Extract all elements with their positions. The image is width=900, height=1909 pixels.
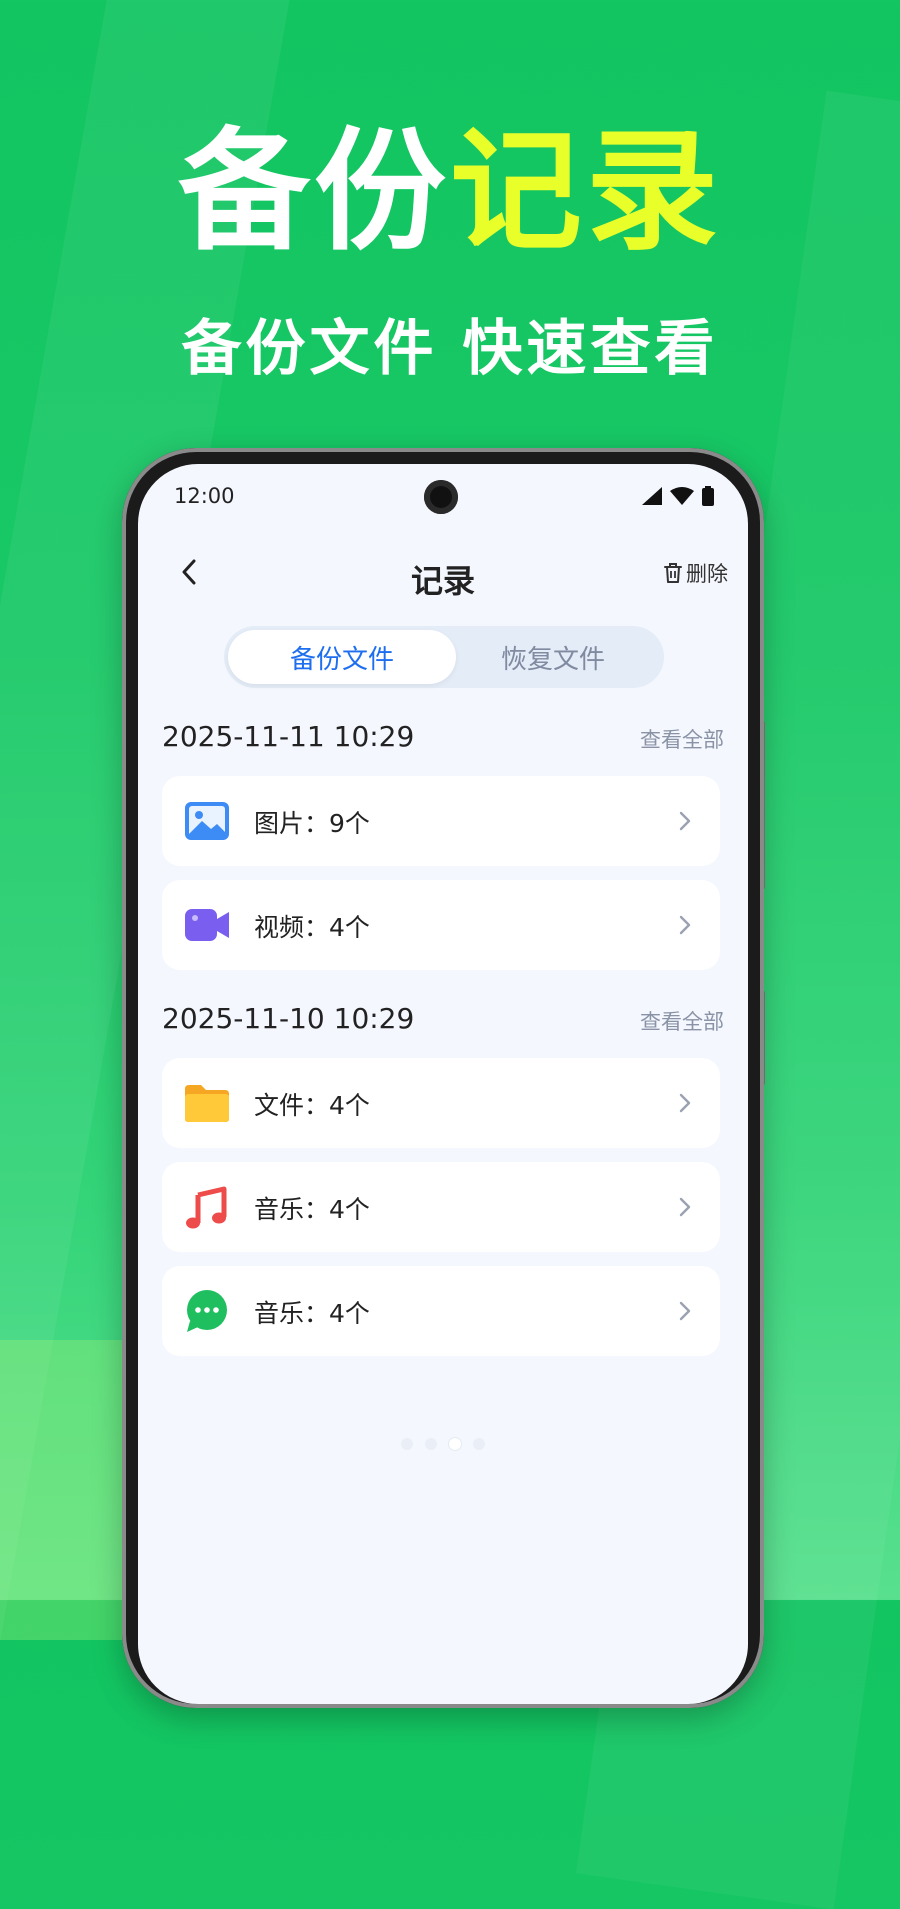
status-time: 12:00	[174, 484, 235, 508]
hero-title-part1: 备份	[178, 115, 450, 269]
list-item[interactable]: 视频：4个	[162, 880, 720, 970]
music-icon	[186, 1186, 227, 1229]
chevron-right-icon	[679, 1093, 691, 1113]
video-icon	[185, 909, 229, 941]
list-item[interactable]: 文件：4个	[162, 1058, 720, 1148]
message-icon	[187, 1290, 227, 1332]
page-indicator	[138, 1438, 748, 1450]
status-icons	[642, 486, 714, 506]
delete-button[interactable]: 删除	[663, 558, 728, 588]
page-dot-active	[449, 1438, 461, 1450]
section-date: 2025-11-10 10:29	[162, 1002, 415, 1035]
list-item[interactable]: 图片：9个	[162, 776, 720, 866]
view-all-link[interactable]: 查看全部	[640, 1006, 724, 1036]
item-label: 音乐：4个	[254, 1195, 370, 1224]
image-icon	[185, 802, 229, 840]
phone-screen: 12:00 记录 删除 备份文件 恢复文件 2025-11-11 10:29 查…	[138, 464, 748, 1704]
page-dot	[425, 1438, 437, 1450]
hero-title-highlight: 记录	[450, 115, 722, 269]
chevron-right-icon	[679, 1197, 691, 1217]
item-label: 音乐：4个	[254, 1299, 370, 1328]
wifi-icon	[670, 487, 694, 505]
trash-icon	[664, 563, 682, 583]
tab-switcher: 备份文件 恢复文件	[224, 626, 664, 688]
item-label: 视频：4个	[254, 913, 370, 942]
delete-label: 删除	[686, 562, 728, 586]
page-dot	[401, 1438, 413, 1450]
page-title: 记录	[410, 562, 475, 600]
section-header: 2025-11-10 10:29 查看全部	[162, 1002, 724, 1042]
nav-bar: 记录 删除	[138, 552, 748, 600]
item-label: 图片：9个	[254, 809, 370, 838]
chevron-right-icon	[679, 1301, 691, 1321]
item-label: 文件：4个	[254, 1091, 370, 1120]
front-camera	[424, 480, 458, 514]
list-item[interactable]: 音乐：4个	[162, 1162, 720, 1252]
background-stripe	[0, 1340, 140, 1640]
hero-title: 备份记录	[0, 112, 900, 272]
view-all-link[interactable]: 查看全部	[640, 724, 724, 754]
list-item[interactable]: 音乐：4个	[162, 1266, 720, 1356]
hero-subtitle: 备份文件 快速查看	[181, 314, 719, 384]
chevron-right-icon	[679, 811, 691, 831]
tab-backup-files[interactable]: 备份文件	[228, 630, 456, 684]
folder-icon	[185, 1085, 229, 1122]
signal-icon	[642, 487, 662, 505]
chevron-right-icon	[679, 915, 691, 935]
tab-restore-files[interactable]: 恢复文件	[446, 630, 660, 684]
battery-icon	[702, 486, 714, 506]
section-date: 2025-11-11 10:29	[162, 720, 415, 753]
phone-frame: 12:00 记录 删除 备份文件 恢复文件 2025-11-11 10:29 查…	[122, 448, 764, 1708]
status-bar: 12:00	[138, 464, 748, 528]
section-header: 2025-11-11 10:29 查看全部	[162, 720, 724, 760]
page-dot	[473, 1438, 485, 1450]
